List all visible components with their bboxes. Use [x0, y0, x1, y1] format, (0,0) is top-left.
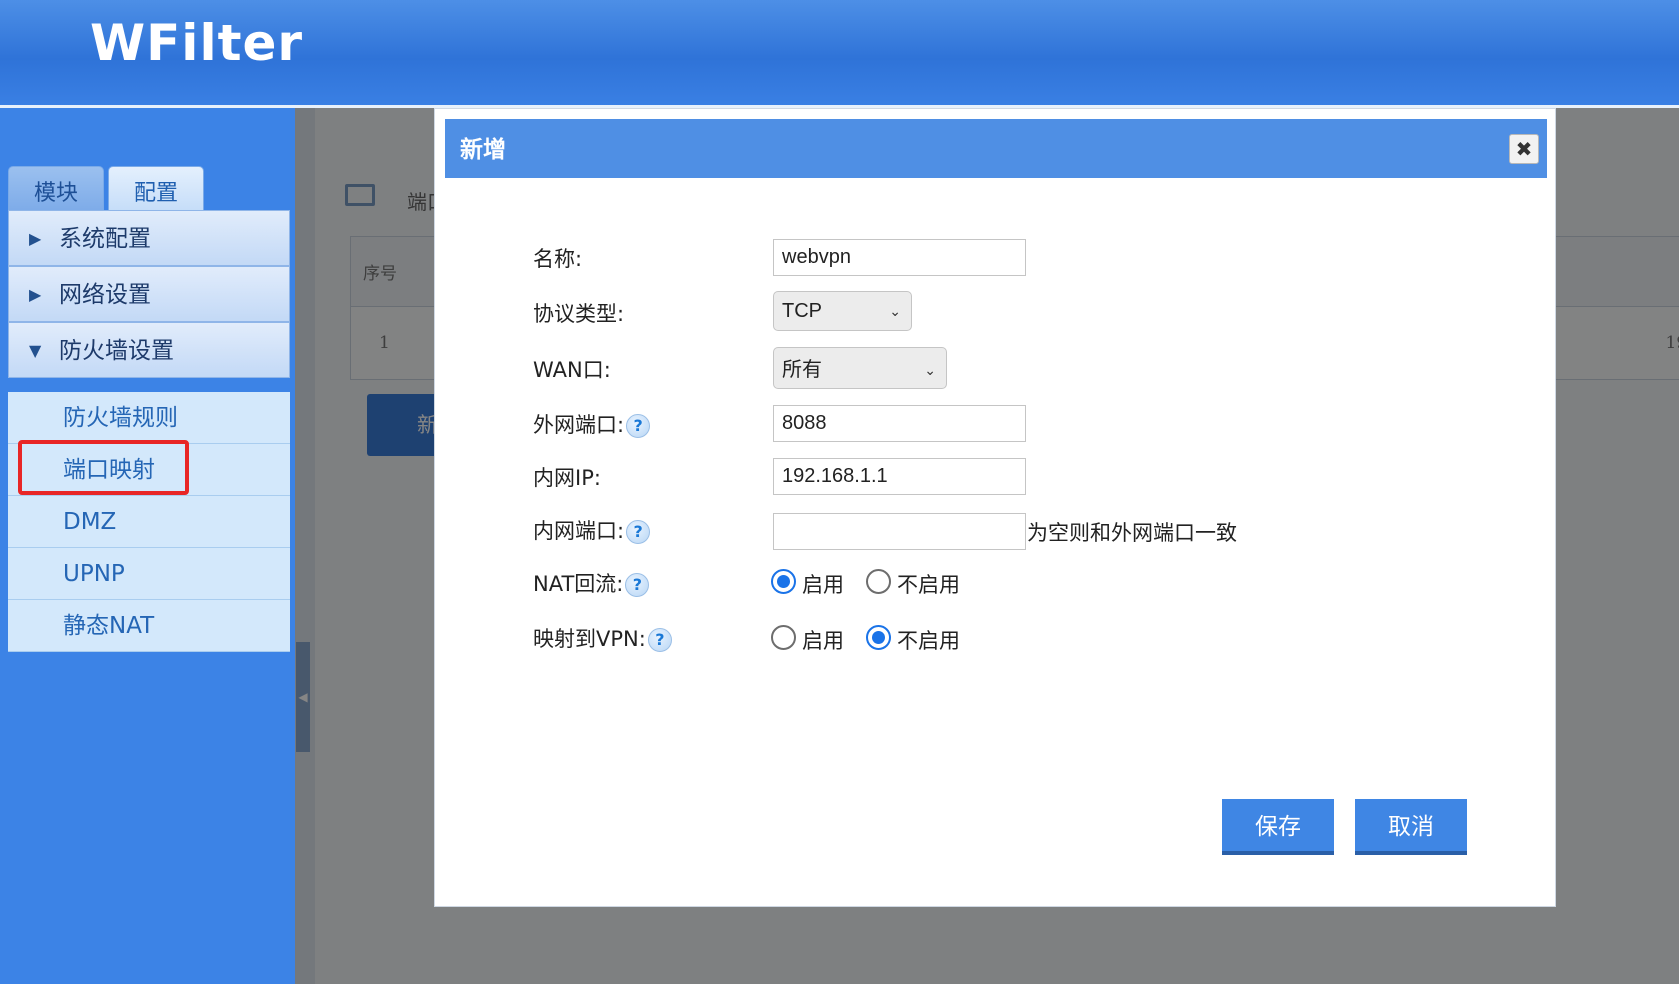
protocol-select-value: TCP — [782, 300, 822, 322]
external-port-label-text: 外网端口: — [533, 413, 625, 437]
internal-port-label: 内网端口:? — [533, 515, 651, 545]
internal-ip-label: 内网IP: — [533, 466, 601, 490]
nat-loopback-disable-label: 不启用 — [897, 573, 960, 597]
firewall-submenu: 防火墙规则 端口映射 DMZ UPNP 静态NAT — [8, 392, 290, 652]
wan-select-value: 所有 — [782, 359, 822, 381]
wan-select[interactable]: 所有 ⌄ — [773, 347, 947, 389]
tab-modules[interactable]: 模块 — [8, 166, 104, 216]
name-input[interactable]: webvpn — [773, 239, 1026, 276]
selection-highlight — [18, 440, 189, 495]
dialog-title: 新增 — [460, 137, 506, 163]
cancel-button[interactable]: 取消 — [1355, 799, 1467, 855]
protocol-select[interactable]: TCP ⌄ — [773, 291, 912, 331]
menu-group-label: 系统配置 — [59, 226, 151, 252]
triangle-down-icon: ▼ — [29, 341, 42, 360]
dialog-header: 新增 ✖ — [445, 119, 1547, 178]
tab-config[interactable]: 配置 — [108, 166, 204, 216]
sidebar-item-firewall-rules[interactable]: 防火墙规则 — [8, 392, 290, 444]
save-button[interactable]: 保存 — [1222, 799, 1334, 855]
wan-label: WAN口: — [533, 358, 611, 382]
map-vpn-label: 映射到VPN:? — [533, 623, 672, 653]
menu-group-label: 网络设置 — [59, 282, 151, 308]
triangle-right-icon: ▶ — [29, 285, 42, 304]
external-port-input[interactable]: 8088 — [773, 405, 1026, 442]
nat-loopback-label-text: NAT回流: — [533, 572, 624, 596]
internal-port-input[interactable] — [773, 513, 1026, 550]
brand-logo: WFilter — [90, 14, 304, 72]
help-icon[interactable]: ? — [626, 414, 651, 438]
menu-group-network[interactable]: ▶ 网络设置 — [8, 266, 290, 322]
help-icon[interactable]: ? — [647, 628, 672, 652]
nat-loopback-disable-radio[interactable] — [866, 569, 891, 594]
menu-group-system-config[interactable]: ▶ 系统配置 — [8, 210, 290, 266]
nat-loopback-label: NAT回流:? — [533, 568, 650, 598]
nat-loopback-enable-radio[interactable] — [771, 569, 796, 594]
name-label: 名称: — [533, 247, 583, 271]
sidebar-item-upnp[interactable]: UPNP — [8, 548, 290, 600]
app-header: WFilter — [0, 0, 1679, 108]
map-vpn-label-text: 映射到VPN: — [533, 627, 646, 651]
help-icon[interactable]: ? — [626, 520, 651, 544]
internal-ip-input[interactable]: 192.168.1.1 — [773, 458, 1026, 495]
menu-group-firewall[interactable]: ▼ 防火墙设置 — [8, 322, 290, 378]
add-dialog: 新增 ✖ 名称: webvpn 协议类型: TCP ⌄ WAN口: 所有 ⌄ 外… — [434, 108, 1556, 907]
triangle-right-icon: ▶ — [29, 229, 42, 248]
external-port-label: 外网端口:? — [533, 409, 651, 439]
help-icon[interactable]: ? — [625, 573, 650, 597]
menu-group-label: 防火墙设置 — [59, 338, 174, 364]
sidebar-item-dmz[interactable]: DMZ — [8, 496, 290, 548]
map-vpn-enable-label: 启用 — [802, 629, 844, 653]
nat-loopback-enable-label: 启用 — [802, 573, 844, 597]
close-icon[interactable]: ✖ — [1509, 134, 1539, 164]
map-vpn-enable-radio[interactable] — [771, 625, 796, 650]
map-vpn-disable-radio[interactable] — [866, 625, 891, 650]
protocol-label: 协议类型: — [533, 302, 625, 326]
sidebar-item-static-nat[interactable]: 静态NAT — [8, 600, 290, 652]
map-vpn-disable-label: 不启用 — [897, 629, 960, 653]
chevron-down-icon: ⌄ — [889, 303, 901, 319]
internal-port-label-text: 内网端口: — [533, 519, 625, 543]
internal-port-hint: 为空则和外网端口一致 — [1027, 521, 1237, 545]
chevron-down-icon: ⌄ — [924, 362, 936, 378]
